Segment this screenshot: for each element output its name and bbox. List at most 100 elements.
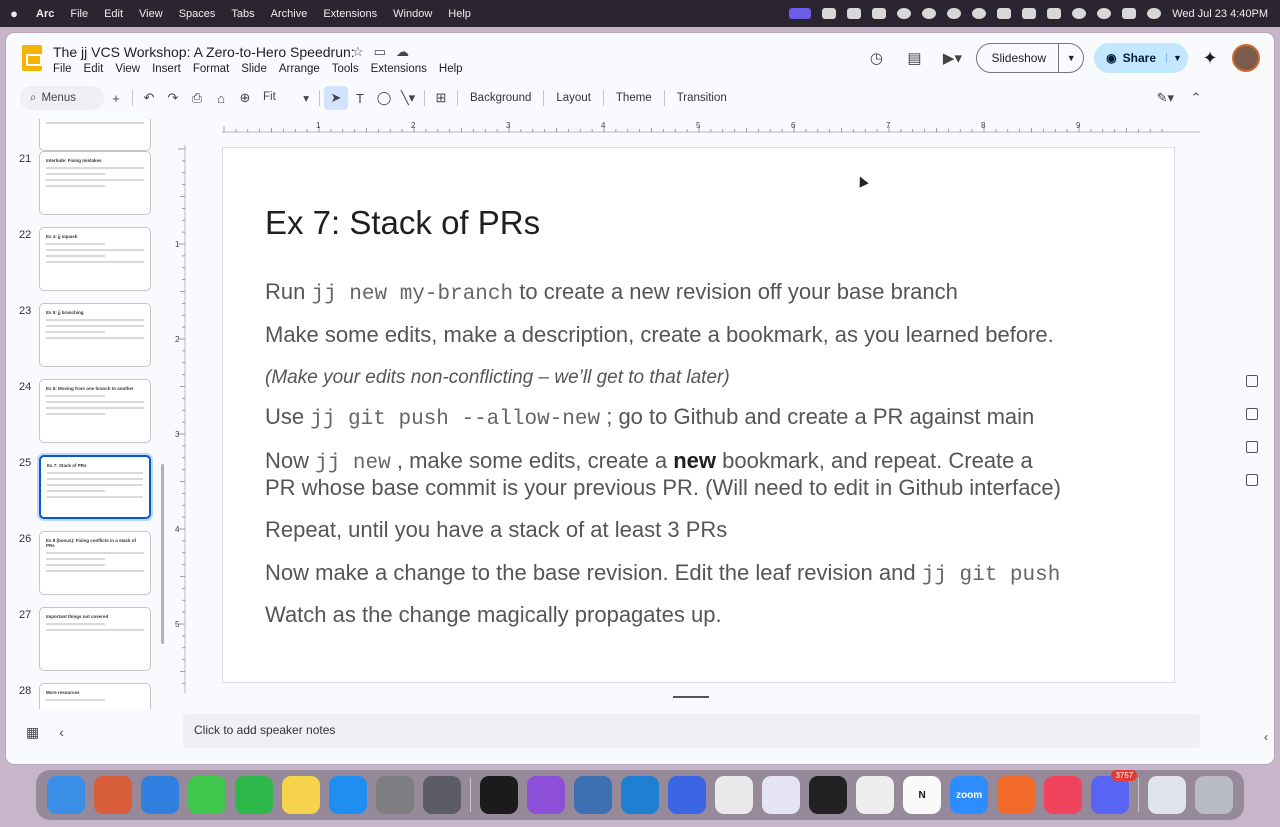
slide-thumbnail[interactable]: Important things not covered [39,607,151,671]
menu-insert[interactable]: Insert [152,63,181,75]
menu-help[interactable]: Help [440,8,479,20]
avatar[interactable] [1232,44,1260,72]
finder-icon[interactable] [46,776,85,814]
status-app-icon[interactable] [847,8,862,19]
menus-search[interactable]: ⌕ Menus [20,86,104,110]
keep-icon[interactable] [1246,375,1258,387]
menubar-clock[interactable]: Wed Jul 23 4:40PM [1172,8,1268,20]
menu-help[interactable]: Help [439,63,463,75]
collapse-chevron-up-icon[interactable]: ⌃ [1184,86,1208,110]
share-button[interactable]: ◉ Share ▼ [1094,43,1188,73]
status-app-icon[interactable] [822,8,837,19]
trash-icon[interactable] [1195,776,1234,814]
menu-extensions[interactable]: Extensions [371,63,427,75]
messages-icon[interactable] [187,776,226,814]
zoom-icon[interactable]: zoom [950,776,989,814]
background-button[interactable]: Background [462,92,539,104]
slide-thumbnail-row[interactable]: 27 Important things not covered [6,607,164,673]
select-cursor-icon[interactable]: ➤ [324,86,348,110]
slide-bullet[interactable]: Use jj git push --allow-new ; go to Gith… [265,403,1034,433]
slideshow-button[interactable]: Slideshow ▼ [976,43,1085,73]
safari-icon[interactable] [140,776,179,814]
slide-bullet[interactable]: Now jj new , make some edits, create a n… [265,447,1033,477]
vscode-icon[interactable] [620,776,659,814]
menu-window[interactable]: Window [385,8,440,20]
menu-file[interactable]: File [62,8,96,20]
battery-icon[interactable] [1047,8,1062,19]
chevron-down-icon[interactable]: ▼ [1166,53,1188,63]
expand-side-panel-chevron-icon[interactable]: ‹ [1264,730,1268,744]
status-app-icon[interactable] [922,8,937,19]
menu-app-arc[interactable]: Arc [28,8,62,20]
slides-logo-icon[interactable] [22,45,42,71]
tasks-icon[interactable] [1246,408,1258,420]
slide-title[interactable]: Ex 7: Stack of PRs [265,204,540,242]
contacts-icon[interactable] [1246,441,1258,453]
menu-format[interactable]: Format [193,63,229,75]
menu-archive[interactable]: Archive [263,8,316,20]
discord-icon[interactable]: 3757 [1091,770,1138,814]
menu-tabs[interactable]: Tabs [223,8,262,20]
slide-thumbnail-row[interactable]: 21 Interlude: Fixing mistakes [6,151,164,217]
focus-moon-icon[interactable] [972,8,987,19]
menu-edit[interactable]: Edit [96,8,131,20]
slide-thumbnail-row[interactable]: 24 Ex 6: Moving from one branch to anoth… [6,379,164,445]
launchpad-icon[interactable] [93,776,132,814]
share-main[interactable]: ◉ Share [1094,51,1166,65]
zoom-select[interactable]: Fit ▾ [257,91,315,105]
paint-format-icon[interactable]: ⌂ [209,86,233,110]
slide-bullet[interactable]: Run jj new my-branch to create a new rev… [265,278,958,308]
star-icon[interactable]: ☆ [352,44,364,60]
redo-icon[interactable]: ↷ [161,86,185,110]
menu-spaces[interactable]: Spaces [171,8,224,20]
wifi-icon[interactable] [1072,8,1087,19]
slide-thumbnail-row[interactable]: 28 More resources [6,683,164,709]
chrome-icon[interactable] [714,776,753,814]
slide-thumbnail[interactable]: Interlude: Fixing mistakes [39,151,151,215]
brave-icon[interactable] [997,776,1036,814]
undo-icon[interactable]: ↶ [137,86,161,110]
archive-file-icon[interactable] [1148,776,1187,814]
menu-view[interactable]: View [115,63,140,75]
folder-icon[interactable] [1246,474,1258,486]
window-manager-icon[interactable] [997,8,1012,19]
slideshow-label[interactable]: Slideshow [977,44,1060,72]
print-icon[interactable]: ⎙ [185,86,209,110]
slide-thumbnail-selected[interactable]: Ex 7: Stack of PRs [39,455,151,519]
slide-canvas[interactable]: Ex 7: Stack of PRs Run jj new my-branch … [222,147,1175,683]
slide-bullet[interactable]: (Make your edits non-conflicting – we’ll… [265,362,730,391]
notes-resize-handle[interactable] [673,696,709,698]
add-comment-icon[interactable]: ⊞ [429,86,453,110]
menu-arrange[interactable]: Arrange [279,63,320,75]
collapse-filmstrip-chevron-icon[interactable]: ‹ [59,724,64,741]
slide-thumbnail[interactable] [39,119,151,151]
cloud-status-icon[interactable]: ☁ [396,44,409,60]
comments-icon[interactable]: ▤ [900,44,928,72]
stacks-app-icon[interactable] [422,776,461,814]
arc-browser-icon[interactable] [526,776,565,814]
signal-icon[interactable] [667,776,706,814]
affinity-icon[interactable] [762,776,801,814]
document-title[interactable]: The jj VCS Workshop: A Zero-to-Hero Spee… [53,44,355,60]
screen-record-icon[interactable] [789,8,812,19]
theme-button[interactable]: Theme [608,92,660,104]
notion-icon[interactable]: N [903,776,942,814]
notes-app-icon[interactable] [281,776,320,814]
menu-tools[interactable]: Tools [332,63,359,75]
slide-thumbnail-row-selected[interactable]: 25 Ex 7: Stack of PRs [6,455,164,521]
gemini-icon[interactable]: ✦ [1198,48,1222,69]
chevron-down-icon[interactable]: ▼ [1059,53,1083,63]
slide-thumbnail[interactable]: Ex 6: Moving from one branch to another [39,379,151,443]
slide-bullet[interactable]: Make some edits, make a description, cre… [265,321,1054,348]
proxyman-icon[interactable] [573,776,612,814]
slide-thumbnail-row[interactable]: 22 Ex 4: jj squash [6,227,164,293]
music-icon[interactable] [1044,776,1083,814]
status-app-icon[interactable] [947,8,962,19]
shape-icon[interactable]: ◯ [372,86,396,110]
slide-thumbnail-row[interactable]: 26 Ex 8 (bonus): Fixing conflicts in a s… [6,531,164,597]
slide-thumbnail[interactable]: Ex 8 (bonus): Fixing conflicts in a stac… [39,531,151,595]
dropbox-icon[interactable] [872,8,887,19]
menu-extensions[interactable]: Extensions [315,8,385,20]
slide-thumbnail[interactable]: Ex 4: jj squash [39,227,151,291]
slide-thumbnail-row[interactable] [6,119,164,153]
